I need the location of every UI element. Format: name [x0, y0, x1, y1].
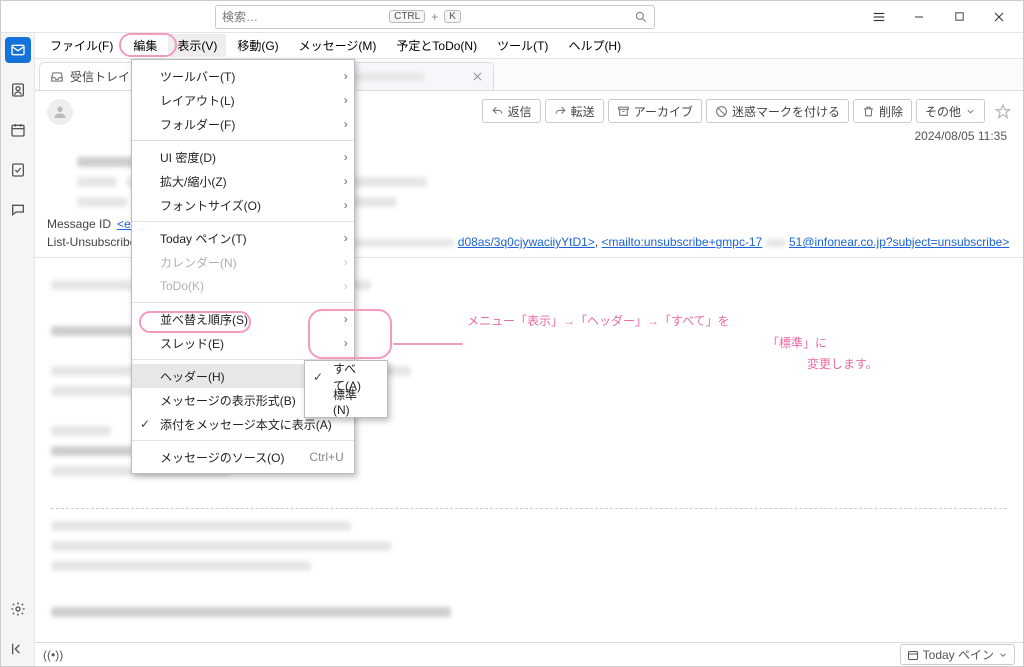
delete-button[interactable]: 削除 [853, 99, 912, 123]
inbox-icon [50, 70, 64, 84]
menu-item-zoom[interactable]: 拡大/縮小(Z)› [132, 169, 354, 193]
annotation-text: メニュー「表示」→「ヘッダー」→「すべて」を 「標準」に 変更します。 [467, 311, 878, 376]
tab-close-icon[interactable] [472, 71, 483, 82]
calendar-small-icon [907, 649, 919, 661]
check-icon: ✓ [140, 417, 150, 431]
avatar-icon [47, 99, 73, 125]
archive-button[interactable]: アーカイブ [608, 99, 702, 123]
menu-view[interactable]: 表示(V) [168, 34, 226, 57]
menu-go[interactable]: 移動(G) [228, 34, 287, 57]
addressbook-rail-icon[interactable] [5, 77, 31, 103]
hamburger-menu-button[interactable] [859, 3, 899, 31]
menu-item-toolbar[interactable]: ツールバー(T)› [132, 64, 354, 88]
menu-item-folder[interactable]: フォルダー(F)› [132, 112, 354, 136]
collapse-rail-icon[interactable] [5, 636, 31, 662]
search-placeholder: 検索… [222, 8, 383, 25]
window-minimize-button[interactable] [899, 3, 939, 31]
window-maximize-button[interactable] [939, 3, 979, 31]
tasks-rail-icon[interactable] [5, 157, 31, 183]
submenu-item-normal[interactable]: 標準(N) [305, 389, 387, 413]
tab-inbox-label: 受信トレイ - [70, 68, 137, 85]
menu-help[interactable]: ヘルプ(H) [559, 34, 630, 57]
kbd-plus: + [431, 10, 438, 24]
mail-rail-icon[interactable] [5, 37, 31, 63]
menu-message[interactable]: メッセージ(M) [290, 34, 386, 57]
menu-item-sortorder[interactable]: 並べ替え順序(S)› [132, 307, 354, 331]
junk-icon [715, 105, 728, 118]
global-search[interactable]: 検索… CTRL + K [215, 5, 655, 29]
menu-item-todaypane[interactable]: Today ペイン(T)› [132, 226, 354, 250]
menu-item-thread[interactable]: スレッド(E)› [132, 331, 354, 355]
menu-item-layout[interactable]: レイアウト(L)› [132, 88, 354, 112]
window-close-button[interactable] [979, 3, 1019, 31]
other-button[interactable]: その他 [916, 99, 985, 123]
header-submenu: ✓すべて(A) 標準(N) [304, 360, 388, 418]
trash-icon [862, 105, 875, 118]
kbd-ctrl: CTRL [389, 10, 425, 23]
menu-item-source[interactable]: メッセージのソース(O)Ctrl+U [132, 445, 354, 469]
menu-item-uidensity[interactable]: UI 密度(D)› [132, 145, 354, 169]
menu-tasks[interactable]: 予定とToDo(N) [387, 34, 486, 57]
chat-rail-icon[interactable] [5, 197, 31, 223]
chevron-down-icon [965, 106, 976, 117]
forward-icon [554, 105, 567, 118]
junk-button[interactable]: 迷惑マークを付ける [706, 99, 849, 123]
today-pane-toggle[interactable]: Today ペイン [900, 644, 1015, 665]
reply-button[interactable]: 返信 [482, 99, 541, 123]
star-icon[interactable] [995, 99, 1011, 123]
check-icon: ✓ [313, 370, 323, 384]
forward-button[interactable]: 転送 [545, 99, 604, 123]
menu-file[interactable]: ファイル(F) [41, 34, 122, 57]
archive-icon [617, 105, 630, 118]
menu-tools[interactable]: ツール(T) [488, 34, 557, 57]
settings-rail-icon[interactable] [5, 596, 31, 622]
menu-item-header[interactable]: ヘッダー(H)› ✓すべて(A) 標準(N) [132, 364, 354, 388]
unsubscribe-link-2[interactable]: <mailto:unsubscribe+gmpc-17 [602, 235, 763, 249]
kbd-k: K [444, 10, 461, 23]
menu-item-fontsize[interactable]: フォントサイズ(O)› [132, 193, 354, 217]
search-icon [634, 10, 648, 24]
view-menu-dropdown: ツールバー(T)› レイアウト(L)› フォルダー(F)› UI 密度(D)› … [131, 59, 355, 474]
calendar-rail-icon[interactable] [5, 117, 31, 143]
chevron-right-icon: › [344, 69, 348, 83]
online-status-icon[interactable]: ((•)) [43, 648, 63, 662]
unsubscribe-link-3[interactable]: 51@infonear.co.jp?subject=unsubscribe> [789, 235, 1009, 249]
menu-edit[interactable]: 編集 [124, 34, 166, 57]
annotation-line [393, 343, 463, 345]
reply-icon [491, 105, 504, 118]
menu-item-todo: ToDo(K)› [132, 274, 354, 298]
menu-item-calendar: カレンダー(N)› [132, 250, 354, 274]
chevron-down-icon [998, 650, 1008, 660]
